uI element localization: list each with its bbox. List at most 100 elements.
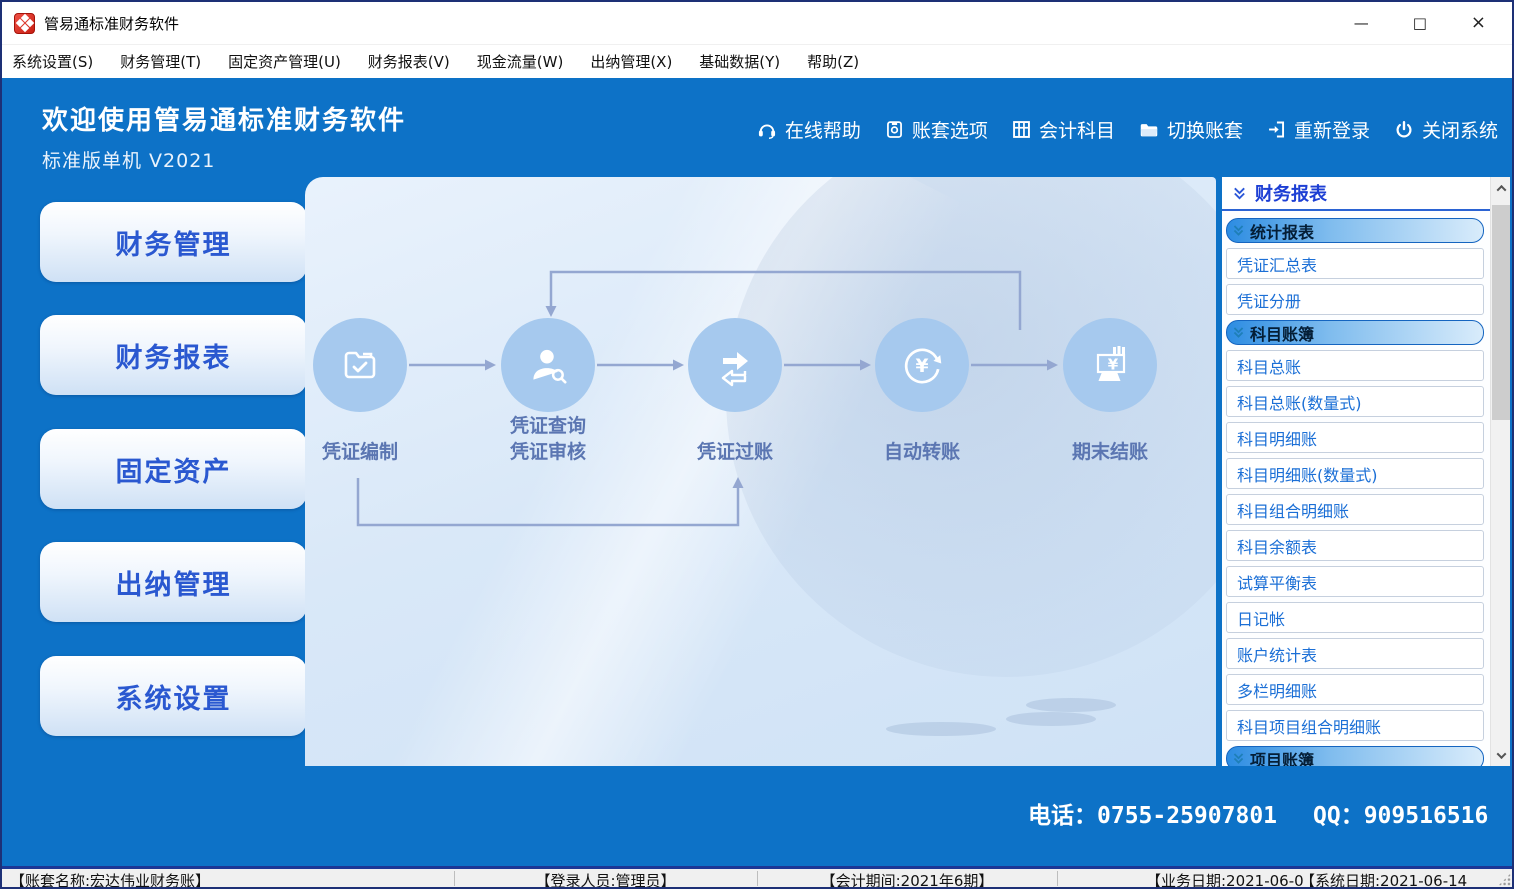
report-item[interactable]: 科目组合明细账 bbox=[1226, 494, 1484, 525]
svg-text:¥: ¥ bbox=[915, 356, 928, 377]
scroll-down-button[interactable] bbox=[1491, 746, 1510, 764]
report-item[interactable]: 科目项目组合明细账 bbox=[1226, 710, 1484, 741]
reports-panel: 财务报表 统计报表 凭证汇总表 凭证分册 科目账簿 科目总账 科目总账(数量式)… bbox=[1222, 177, 1510, 766]
app-window: 管易通标准财务软件 — □ × 系统设置(S) 财务管理(T) 固定资产管理(U… bbox=[0, 0, 1514, 889]
sidebar-button-label: 系统设置 bbox=[116, 677, 232, 716]
status-business-date: 【业务日期:2021-06-0 bbox=[1146, 870, 1304, 889]
toolbar-label: 重新登录 bbox=[1294, 116, 1370, 143]
toolbar-shutdown[interactable]: 关闭系统 bbox=[1393, 116, 1498, 143]
sidebar-button-system-settings[interactable]: 系统设置 bbox=[40, 656, 307, 736]
scrollbar-thumb[interactable] bbox=[1492, 205, 1510, 420]
report-item[interactable]: 科目总账 bbox=[1226, 350, 1484, 381]
workflow-step-auto-transfer[interactable]: ¥ bbox=[875, 318, 969, 412]
folder-icon bbox=[1138, 119, 1160, 141]
menu-basic-data[interactable]: 基础数据(Y) bbox=[699, 51, 780, 72]
double-chevron-down-icon bbox=[1232, 224, 1245, 237]
minimize-button[interactable]: — bbox=[1354, 16, 1369, 31]
menu-cashier-management[interactable]: 出纳管理(X) bbox=[590, 51, 672, 72]
yuan-cycle-icon: ¥ bbox=[897, 340, 947, 390]
title-bar: 管易通标准财务软件 — □ × bbox=[2, 2, 1512, 44]
app-logo-icon bbox=[14, 13, 35, 34]
folder-check-icon bbox=[336, 341, 384, 389]
phone-number: 电话：0755-25907801 bbox=[1028, 796, 1277, 830]
workflow-step-label: 期末结账 bbox=[1063, 413, 1157, 465]
menu-system-settings[interactable]: 系统设置(S) bbox=[12, 51, 93, 72]
report-section-statistics[interactable]: 统计报表 bbox=[1226, 218, 1484, 243]
workflow-step-label: 凭证过账 bbox=[688, 413, 782, 465]
svg-text:¥: ¥ bbox=[1108, 356, 1119, 374]
status-account-set-name: 【账套名称:宏达伟业财务账】 bbox=[10, 870, 210, 889]
workflow-step-voucher-entry[interactable] bbox=[313, 318, 407, 412]
power-icon bbox=[1393, 119, 1415, 141]
workflow-step-label: 凭证查询凭证审核 bbox=[501, 413, 595, 465]
subjects-grid-icon bbox=[1011, 119, 1032, 140]
workflow-step-label: 凭证编制 bbox=[313, 413, 407, 465]
sidebar-button-label: 财务报表 bbox=[116, 336, 232, 375]
sidebar-button-cashier-management[interactable]: 出纳管理 bbox=[40, 542, 307, 622]
reports-list: 统计报表 凭证汇总表 凭证分册 科目账簿 科目总账 科目总账(数量式) 科目明细… bbox=[1222, 213, 1488, 766]
settlement-icon: ¥ bbox=[1086, 341, 1134, 389]
version-line: 标准版单机 V2021 bbox=[42, 146, 215, 173]
close-button[interactable]: × bbox=[1471, 14, 1486, 32]
report-item[interactable]: 科目明细账 bbox=[1226, 422, 1484, 453]
report-item[interactable]: 日记帐 bbox=[1226, 602, 1484, 633]
toolbar-label: 关闭系统 bbox=[1422, 116, 1498, 143]
resize-grip[interactable] bbox=[1498, 873, 1511, 886]
workflow-step-period-end-closing[interactable]: ¥ bbox=[1063, 318, 1157, 412]
toolbar-label: 在线帮助 bbox=[785, 116, 861, 143]
sidebar-button-finance-management[interactable]: 财务管理 bbox=[40, 202, 307, 282]
menu-cash-flow[interactable]: 现金流量(W) bbox=[477, 51, 564, 72]
status-login-user: 【登录人员:管理员】 bbox=[454, 870, 757, 889]
sidebar-button-label: 固定资产 bbox=[116, 450, 232, 489]
report-item[interactable]: 试算平衡表 bbox=[1226, 566, 1484, 597]
report-item[interactable]: 凭证分册 bbox=[1226, 284, 1484, 315]
workflow-step-label: 自动转账 bbox=[875, 413, 969, 465]
status-bar: 【账套名称:宏达伟业财务账】 【登录人员:管理员】 【会计期间:2021年6期】… bbox=[2, 866, 1512, 887]
scrollbar[interactable] bbox=[1490, 177, 1510, 766]
menu-financial-reports[interactable]: 财务报表(V) bbox=[368, 51, 450, 72]
transfer-arrows-icon bbox=[711, 341, 759, 389]
report-item[interactable]: 多栏明细账 bbox=[1226, 674, 1484, 705]
maximize-button[interactable]: □ bbox=[1413, 16, 1427, 31]
status-divider bbox=[1057, 871, 1058, 886]
menu-fixed-assets-management[interactable]: 固定资产管理(U) bbox=[228, 51, 341, 72]
toolbar-relogin[interactable]: 重新登录 bbox=[1266, 116, 1370, 143]
menu-help[interactable]: 帮助(Z) bbox=[807, 51, 859, 72]
report-section-subject-ledgers[interactable]: 科目账簿 bbox=[1226, 320, 1484, 345]
report-item[interactable]: 科目余额表 bbox=[1226, 530, 1484, 561]
toolbar-online-help[interactable]: 在线帮助 bbox=[756, 116, 861, 143]
toolbar-label: 切换账套 bbox=[1167, 116, 1243, 143]
scroll-up-button[interactable] bbox=[1491, 179, 1510, 197]
sidebar-button-label: 出纳管理 bbox=[116, 563, 232, 602]
sidebar-button-financial-reports[interactable]: 财务报表 bbox=[40, 315, 307, 395]
report-item[interactable]: 账户统计表 bbox=[1226, 638, 1484, 669]
workflow-step-voucher-query-audit[interactable] bbox=[501, 318, 595, 412]
account-book-icon bbox=[884, 119, 905, 140]
login-door-icon bbox=[1266, 119, 1287, 140]
menu-finance-management[interactable]: 财务管理(T) bbox=[120, 51, 201, 72]
window-controls: — □ × bbox=[1354, 14, 1512, 32]
headset-icon bbox=[756, 119, 778, 141]
sidebar-button-label: 财务管理 bbox=[116, 223, 232, 262]
qq-number: QQ：909516516 bbox=[1313, 796, 1488, 830]
workflow-connectors bbox=[305, 177, 1216, 766]
workspace: 欢迎使用管易通标准财务软件 标准版单机 V2021 在线帮助 账套选项 会计科目… bbox=[2, 78, 1512, 866]
toolbar-label: 账套选项 bbox=[912, 116, 988, 143]
toolbar-switch-account-set[interactable]: 切换账套 bbox=[1138, 116, 1243, 143]
report-item[interactable]: 科目明细账(数量式) bbox=[1226, 458, 1484, 489]
reports-panel-header[interactable]: 财务报表 bbox=[1222, 177, 1510, 211]
workflow-step-voucher-posting[interactable] bbox=[688, 318, 782, 412]
window-title: 管易通标准财务软件 bbox=[44, 13, 179, 34]
sidebar-button-fixed-assets[interactable]: 固定资产 bbox=[40, 429, 307, 509]
status-system-date: 【系统日期:2021-06-14 bbox=[1300, 870, 1467, 889]
double-chevron-down-icon bbox=[1232, 326, 1245, 339]
toolbar-account-set-options[interactable]: 账套选项 bbox=[884, 116, 988, 143]
main-panel: 凭证编制 凭证查询凭证审核 凭证过账 ¥ 自动转账 bbox=[305, 177, 1216, 766]
person-search-icon bbox=[523, 340, 573, 390]
toolbar-accounting-subjects[interactable]: 会计科目 bbox=[1011, 116, 1115, 143]
contact-info: 电话：0755-25907801 QQ：909516516 bbox=[1028, 796, 1488, 830]
report-section-project-ledgers[interactable]: 项目账簿 bbox=[1226, 746, 1484, 766]
report-item[interactable]: 科目总账(数量式) bbox=[1226, 386, 1484, 417]
double-chevron-down-icon bbox=[1232, 752, 1245, 765]
report-item[interactable]: 凭证汇总表 bbox=[1226, 248, 1484, 279]
